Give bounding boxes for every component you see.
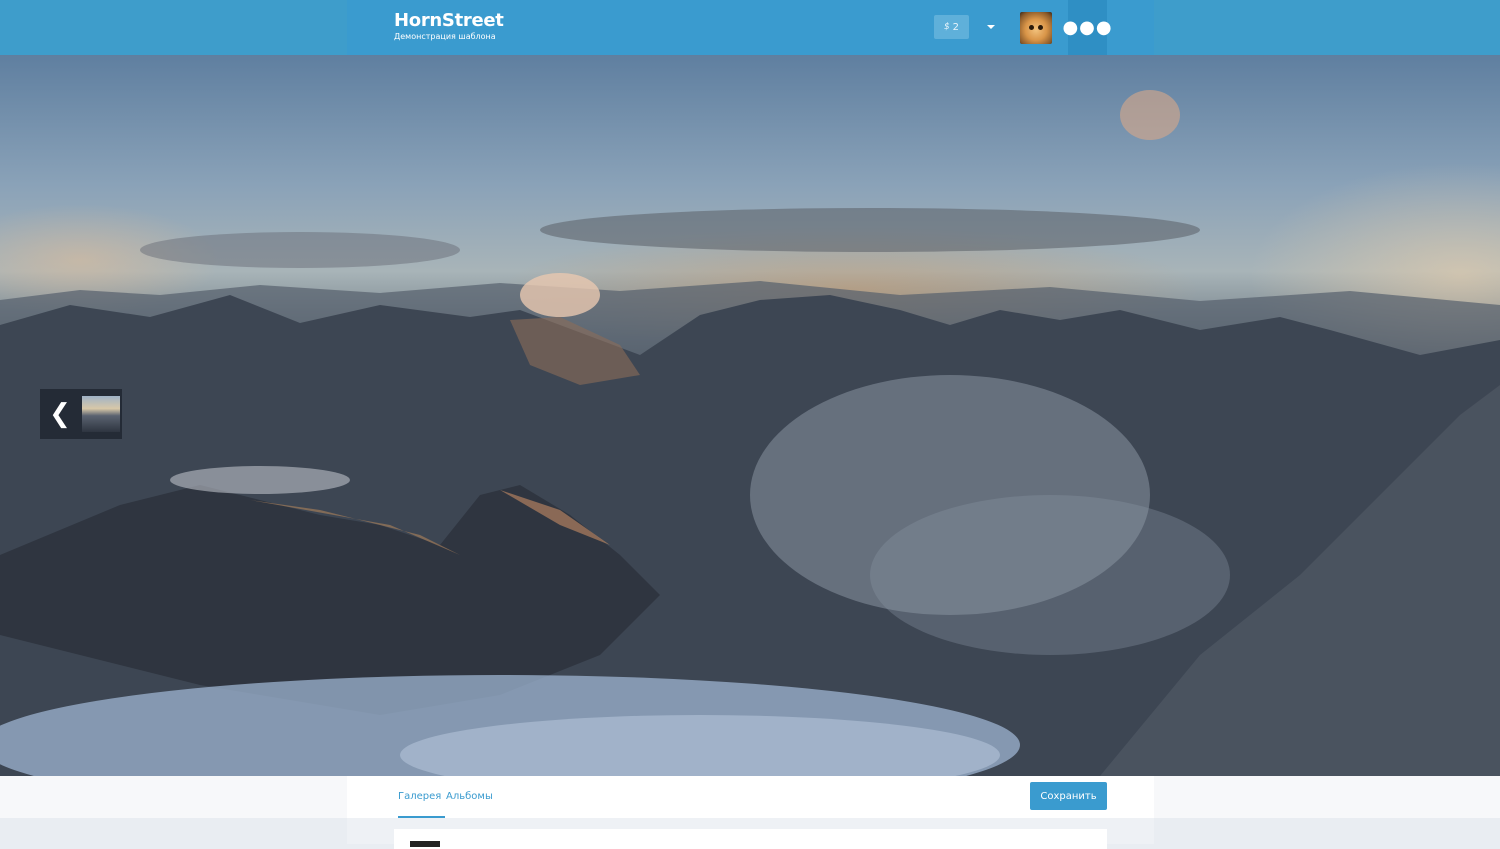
- tab-gallery[interactable]: Галерея: [398, 776, 446, 818]
- cover-image: ❮: [0, 55, 1500, 776]
- thumbnail-image: [82, 396, 120, 432]
- tab-bar-container: Галерея Альбомы Сохранить: [347, 776, 1154, 818]
- dollar-icon: $: [943, 22, 950, 32]
- chevron-left-icon: ❮: [49, 399, 71, 429]
- ellipsis-icon: ●●●: [1062, 17, 1113, 38]
- tab-albums[interactable]: Альбомы: [446, 776, 493, 818]
- avatar-eye: [1029, 25, 1034, 30]
- caret-down-icon: [987, 25, 995, 29]
- tab-bar: Галерея Альбомы Сохранить: [0, 776, 1500, 818]
- site-logo[interactable]: HornStreet Демонстрация шаблона: [394, 11, 504, 42]
- logo-title: HornStreet: [394, 10, 504, 31]
- avatar[interactable]: [1020, 12, 1052, 44]
- avatar-eye: [1038, 25, 1043, 30]
- header-container: HornStreet Демонстрация шаблона $ 2 ●●●: [347, 0, 1154, 55]
- card-thumbnail: [410, 841, 440, 847]
- logo-subtitle: Демонстрация шаблона: [394, 32, 496, 41]
- content-card: [394, 829, 1107, 849]
- balance-button[interactable]: $ 2: [934, 15, 969, 39]
- balance-count: 2: [952, 21, 960, 33]
- more-menu-button[interactable]: ●●●: [1062, 0, 1112, 55]
- save-button[interactable]: Сохранить: [1030, 782, 1107, 810]
- content-area: [347, 818, 1154, 849]
- top-header: HornStreet Демонстрация шаблона $ 2 ●●●: [0, 0, 1500, 55]
- previous-image-thumbnail[interactable]: [80, 389, 122, 439]
- user-menu-dropdown[interactable]: [984, 15, 998, 39]
- mountain-landscape: [0, 90, 1500, 776]
- previous-image-button[interactable]: ❮: [40, 389, 80, 439]
